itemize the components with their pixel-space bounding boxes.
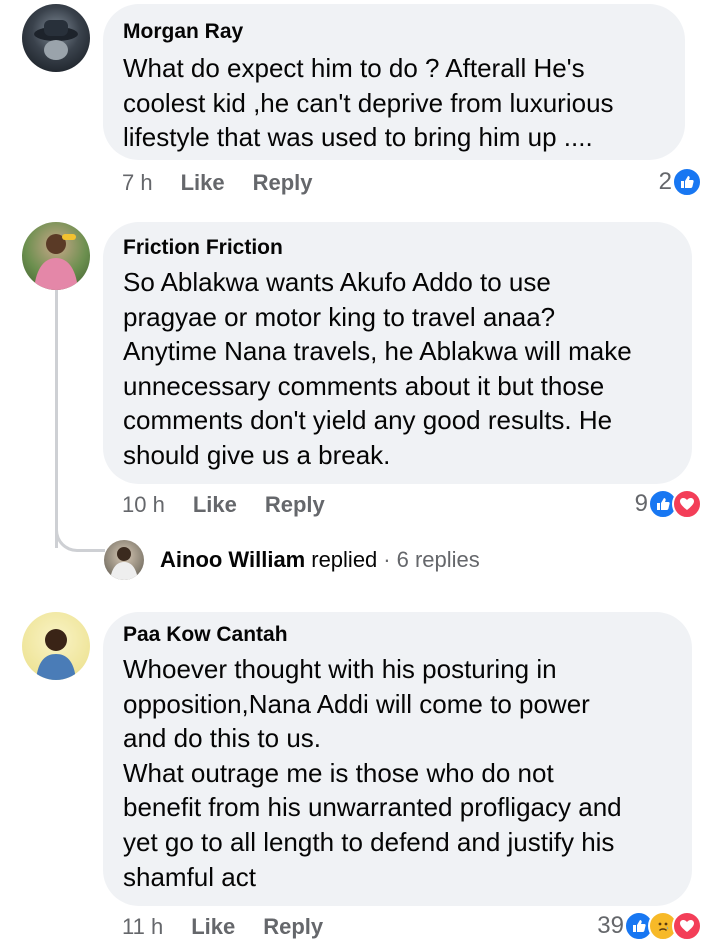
comment-time[interactable]: 7 h [122,170,153,196]
reaction-count: 9 [634,490,648,517]
comment-bubble-friction-friction: Friction Friction So Ablakwa wants Akufo… [103,222,692,484]
comment-text: What do expect him to do ? Afterall He's… [123,53,614,153]
thread-connector [55,512,105,552]
avatar-friction-friction[interactable] [22,222,90,290]
love-reaction-icon [672,911,702,941]
avatar-morgan-ray[interactable] [22,4,90,72]
love-reaction-icon [672,489,702,519]
like-reaction-icon [672,167,702,197]
comment-time[interactable]: 11 h [122,914,163,940]
view-replies-link[interactable]: Ainoo William replied · 6 replies [104,540,480,580]
thread-line [55,288,58,548]
comment-actions: 7 h Like Reply [122,170,313,196]
comment-author[interactable]: Friction Friction [123,235,672,261]
separator-dot: · [383,547,391,572]
reaction-summary[interactable]: 2 [659,167,702,197]
comment-actions: 10 h Like Reply [122,492,325,518]
reply-count[interactable]: 6 replies [397,547,480,573]
like-button[interactable]: Like [181,170,225,196]
avatar-ainoo-william [104,540,144,580]
like-button[interactable]: Like [191,914,235,940]
comment-bubble-paa-kow-cantah: Paa Kow Cantah Whoever thought with his … [103,612,692,906]
comment-actions: 11 h Like Reply [122,914,323,940]
reply-author[interactable]: Ainoo William [160,547,305,573]
comment-author[interactable]: Paa Kow Cantah [123,622,672,648]
comment-bubble-morgan-ray: Morgan Ray What do expect him to do ? Af… [103,4,685,160]
reaction-summary[interactable]: 39 [597,911,702,941]
comment-text: So Ablakwa wants Akufo Addo to use pragy… [123,267,632,470]
reaction-count: 39 [597,912,624,939]
reply-button[interactable]: Reply [263,914,323,940]
like-button[interactable]: Like [193,492,237,518]
reaction-summary[interactable]: 9 [635,489,702,519]
comment-time[interactable]: 10 h [122,492,165,518]
reply-button[interactable]: Reply [253,170,313,196]
reply-verb: replied [311,547,378,572]
reply-button[interactable]: Reply [265,492,325,518]
comment-author[interactable]: Morgan Ray [123,19,665,45]
comment-text: Whoever thought with his posturing in op… [123,654,622,892]
reaction-count: 2 [658,168,672,195]
avatar-paa-kow-cantah[interactable] [22,612,90,680]
